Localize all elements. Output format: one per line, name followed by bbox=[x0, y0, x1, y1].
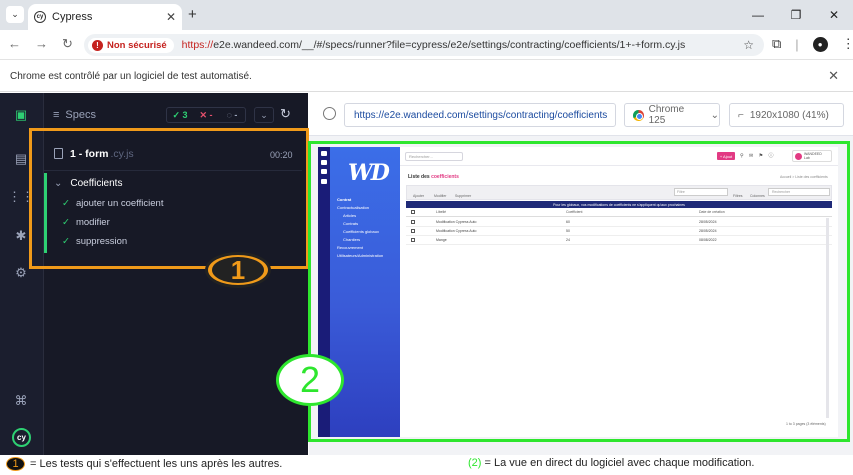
runs-icon[interactable]: ▣ bbox=[13, 107, 29, 123]
browser-toolbar: ⧉ | ● ⋮ bbox=[772, 36, 853, 52]
back-icon[interactable]: ← bbox=[8, 36, 21, 52]
pending-count: ◌ - bbox=[226, 110, 238, 120]
annotation-bubble-1: 1 bbox=[205, 252, 271, 288]
viewport-selector[interactable]: ⌐ 1920x1080 (41%) bbox=[729, 103, 844, 127]
tab-search-icon[interactable]: ⌄ bbox=[6, 6, 24, 23]
toolbar-divider: | bbox=[795, 36, 799, 52]
settings-gear-icon[interactable]: ⚙ bbox=[13, 265, 29, 281]
cypress-favicon-icon: cy bbox=[34, 11, 46, 23]
specs-menu-icon: ≡ bbox=[53, 109, 60, 121]
cypress-logo-icon: cy bbox=[12, 428, 31, 447]
passed-count: ✓ 3 bbox=[172, 109, 188, 120]
new-tab-icon[interactable]: + bbox=[188, 6, 197, 23]
close-tab-icon[interactable]: ✕ bbox=[166, 10, 176, 24]
viewport-icon: ⌐ bbox=[738, 109, 744, 121]
profile-avatar-icon[interactable]: ● bbox=[812, 36, 828, 52]
caption-1-number: 1 bbox=[6, 457, 25, 471]
chevron-down-icon: ⌄ bbox=[710, 109, 719, 121]
infobar-close-icon[interactable]: ✕ bbox=[828, 68, 839, 84]
warning-icon: ! bbox=[92, 39, 103, 51]
restore-icon[interactable]: ❐ bbox=[777, 0, 815, 30]
chrome-icon bbox=[633, 109, 644, 121]
keyboard-shortcut-icon[interactable]: ⌘ bbox=[13, 393, 29, 409]
caption-1: 1 = Les tests qui s'effectuent les uns a… bbox=[6, 457, 282, 471]
caption-2: (2) = La vue en direct du logiciel avec … bbox=[468, 457, 755, 469]
nav-buttons: ← → ↻ bbox=[8, 36, 73, 52]
extensions-icon[interactable]: ⧉ bbox=[772, 36, 781, 52]
minimize-icon[interactable]: — bbox=[739, 0, 777, 30]
specs-title: Specs bbox=[65, 109, 96, 121]
security-badge[interactable]: ! Non sécurisé bbox=[88, 37, 174, 53]
selector-icon[interactable]: ⋮⋮ bbox=[8, 189, 34, 205]
annotation-bubble-2: 2 bbox=[276, 354, 344, 406]
bookmark-star-icon[interactable]: ☆ bbox=[743, 38, 754, 52]
failed-count: ✕ - bbox=[199, 109, 213, 120]
collapse-chevron-icon[interactable]: ⌄ bbox=[254, 107, 274, 123]
url-text: https://e2e.wandeed.com/__/#/specs/runne… bbox=[181, 39, 686, 51]
infobar-text: Chrome est contrôlé par un logiciel de t… bbox=[10, 70, 252, 82]
browser-tab[interactable]: cy Cypress ✕ bbox=[28, 4, 182, 30]
omnibox[interactable]: ! Non sécurisé https://e2e.wandeed.com/_… bbox=[84, 34, 764, 56]
debug-bug-icon[interactable]: ✱ bbox=[13, 228, 29, 244]
window-controls: — ❐ ✕ bbox=[739, 0, 853, 30]
reload-icon[interactable]: ↻ bbox=[62, 36, 73, 52]
orange-annotation-box bbox=[29, 128, 309, 269]
close-window-icon[interactable]: ✕ bbox=[815, 0, 853, 30]
automation-infobar: Chrome est contrôlé par un logiciel de t… bbox=[0, 61, 853, 92]
selector-playground-icon[interactable] bbox=[323, 107, 336, 120]
aut-url[interactable]: https://e2e.wandeed.com/settings/contrac… bbox=[344, 103, 616, 127]
screenshot-root: ⌄ cy Cypress ✕ + — ❐ ✕ ← → ↻ ! Non sécur… bbox=[0, 0, 853, 475]
green-annotation-box bbox=[308, 141, 850, 442]
browser-selector[interactable]: Chrome 125 ⌄ bbox=[624, 103, 720, 127]
caption-2-number: (2) bbox=[468, 457, 482, 469]
specs-list-icon[interactable]: ▤ bbox=[13, 151, 29, 167]
test-counts: ✓ 3 ✕ - ◌ - bbox=[166, 107, 246, 123]
rerun-icon[interactable]: ↻ bbox=[280, 106, 291, 122]
forward-icon[interactable]: → bbox=[35, 36, 48, 52]
menu-kebab-icon[interactable]: ⋮ bbox=[842, 36, 853, 52]
tab-title: Cypress bbox=[52, 11, 93, 23]
